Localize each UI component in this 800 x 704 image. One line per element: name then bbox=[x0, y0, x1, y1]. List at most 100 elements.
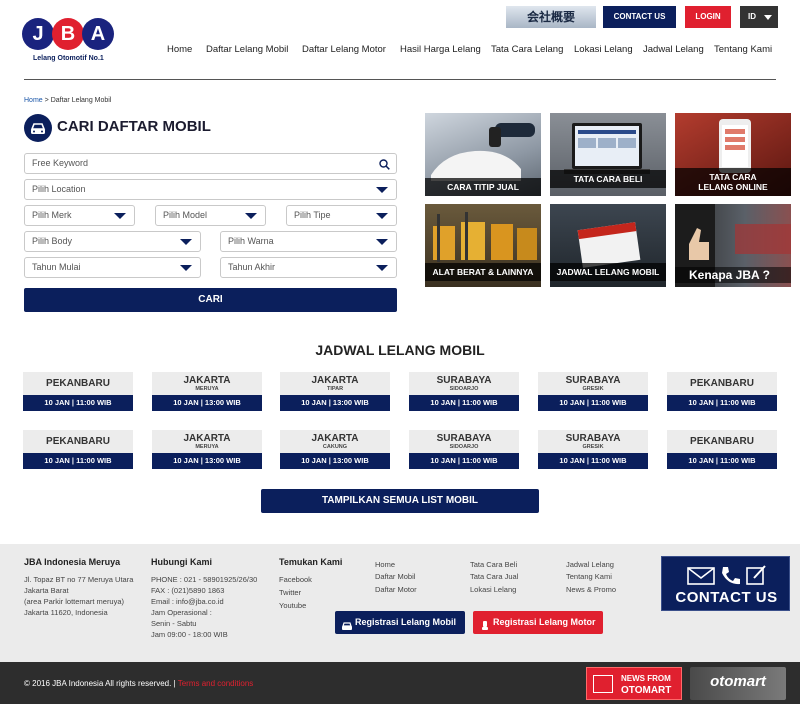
schedule-card[interactable]: PEKANBARU 10 JAN | 11:00 WIB bbox=[667, 430, 777, 469]
mail-icon bbox=[687, 567, 715, 585]
dropdown-arrow-icon bbox=[114, 213, 126, 219]
tahun-mulai-select[interactable]: Tahun Mulai bbox=[24, 257, 201, 278]
footer-office-title: JBA Indonesia Meruya bbox=[24, 557, 121, 567]
footer-office-line: Jakarta 11620, Indonesia bbox=[24, 608, 108, 617]
dropdown-arrow-icon bbox=[376, 213, 388, 219]
contact-us-banner[interactable]: CONTACT US bbox=[661, 556, 790, 611]
tile-tata-cara-beli[interactable]: TATA CARA BELI bbox=[550, 113, 666, 196]
keyword-input[interactable]: Free Keyword bbox=[24, 153, 397, 174]
schedule-card[interactable]: JAKARTA MERUYA 10 JAN | 13:00 WIB bbox=[152, 430, 262, 469]
footer-contact-line: Jam Operasional : bbox=[151, 608, 212, 617]
site-header: J B A Lelang Otomotif No.1 会社概要 CONTACT … bbox=[0, 0, 800, 80]
footer-office-line: Jakarta Barat bbox=[24, 586, 69, 595]
footer-office-line: (area Parkir lottemart meruya) bbox=[24, 597, 125, 606]
edit-icon bbox=[746, 565, 766, 585]
body-select[interactable]: Pilih Body bbox=[24, 231, 201, 252]
tile-label: TATA CARA BELI bbox=[550, 170, 666, 188]
footer-contact-line: Jam 09:00 - 18:00 WIB bbox=[151, 630, 228, 639]
footer-contact-line: PHONE : 021 - 58901925/26/30 bbox=[151, 575, 258, 584]
nav-tentang-kami[interactable]: Tentang Kami bbox=[714, 44, 772, 55]
header-divider bbox=[24, 79, 776, 80]
nav-lokasi-lelang[interactable]: Lokasi Lelang bbox=[574, 44, 633, 55]
footer-link-youtube[interactable]: Youtube bbox=[279, 601, 306, 610]
dropdown-arrow-icon bbox=[180, 239, 192, 245]
nav-daftar-lelang-mobil[interactable]: Daftar Lelang Mobil bbox=[206, 44, 288, 55]
nav-daftar-lelang-motor[interactable]: Daftar Lelang Motor bbox=[302, 44, 386, 55]
schedule-title: JADWAL LELANG MOBIL bbox=[315, 342, 485, 358]
corporate-profile-button[interactable]: 会社概要 bbox=[506, 6, 596, 28]
footer-contact-line: Email : info@jba.co.id bbox=[151, 597, 224, 606]
footer-link-tata-cara-beli[interactable]: Tata Cara Beli bbox=[470, 560, 517, 569]
show-all-button[interactable]: TAMPILKAN SEMUA LIST MOBIL bbox=[261, 489, 539, 513]
footer-contact-title: Hubungi Kami bbox=[151, 557, 212, 567]
nav-tata-cara-lelang[interactable]: Tata Cara Lelang bbox=[491, 44, 563, 55]
tile-tata-cara-lelang-online[interactable]: TATA CARA LELANG ONLINE bbox=[675, 113, 791, 196]
otomart-logo[interactable]: otomart bbox=[690, 667, 786, 700]
language-select[interactable]: ID bbox=[740, 6, 778, 28]
schedule-card[interactable]: SURABAYA SIDOARJO 10 JAN | 11:00 WIB bbox=[409, 430, 519, 469]
footer-link-daftar-mobil[interactable]: Daftar Mobil bbox=[375, 572, 415, 581]
nav-jadwal-lelang[interactable]: Jadwal Lelang bbox=[643, 44, 704, 55]
search-submit-button[interactable]: CARI bbox=[24, 288, 397, 312]
dropdown-arrow-icon bbox=[376, 187, 388, 193]
dropdown-arrow-icon bbox=[245, 213, 257, 219]
footer-link-lokasi-lelang[interactable]: Lokasi Lelang bbox=[470, 585, 516, 594]
login-button[interactable]: LOGIN bbox=[685, 6, 731, 28]
schedule-card[interactable]: SURABAYA SIDOARJO 10 JAN | 11:00 WIB bbox=[409, 372, 519, 411]
tile-label: Kenapa JBA ? bbox=[675, 267, 791, 283]
tile-label: JADWAL LELANG MOBIL bbox=[550, 263, 666, 281]
footer-link-tata-cara-jual[interactable]: Tata Cara Jual bbox=[470, 572, 518, 581]
footer-link-home[interactable]: Home bbox=[375, 560, 395, 569]
tile-cara-titip-jual[interactable]: CARA TITIP JUAL bbox=[425, 113, 541, 196]
logo-letter-a: A bbox=[82, 18, 114, 50]
car-icon bbox=[341, 617, 353, 640]
warna-select[interactable]: Pilih Warna bbox=[220, 231, 397, 252]
schedule-card[interactable]: SURABAYA GRESIK 10 JAN | 11:00 WIB bbox=[538, 372, 648, 411]
schedule-card[interactable]: JAKARTA TIPAR 10 JAN | 13:00 WIB bbox=[280, 372, 390, 411]
language-label: ID bbox=[748, 12, 756, 21]
footer-link-tentang-kami[interactable]: Tentang Kami bbox=[566, 572, 612, 581]
merk-select[interactable]: Pilih Merk bbox=[24, 205, 135, 226]
dropdown-arrow-icon bbox=[376, 265, 388, 271]
tile-kenapa-jba[interactable]: Kenapa JBA ? bbox=[675, 204, 791, 287]
newspaper-icon bbox=[593, 675, 613, 693]
nav-hasil-harga-lelang[interactable]: Hasil Harga Lelang bbox=[400, 44, 481, 55]
breadcrumb-current: Daftar Lelang Mobil bbox=[50, 97, 112, 104]
logo-tagline: Lelang Otomotif No.1 bbox=[33, 55, 104, 62]
footer-contact-line: FAX : (021)5890 1863 bbox=[151, 586, 225, 595]
breadcrumb: Home > Daftar Lelang Mobil bbox=[24, 97, 112, 104]
register-car-auction-button[interactable]: Registrasi Lelang Mobil bbox=[335, 611, 465, 634]
schedule-card[interactable]: PEKANBARU 10 JAN | 11:00 WIB bbox=[23, 372, 133, 411]
footer-link-facebook[interactable]: Facebook bbox=[279, 575, 312, 584]
tile-alat-berat[interactable]: ALAT BERAT & LAINNYA bbox=[425, 204, 541, 287]
tile-label: TATA CARA LELANG ONLINE bbox=[675, 168, 791, 196]
schedule-card[interactable]: SURABAYA GRESIK 10 JAN | 11:00 WIB bbox=[538, 430, 648, 469]
copyright: © 2016 JBA Indonesia All rights reserved… bbox=[24, 679, 254, 688]
register-motor-auction-button[interactable]: Registrasi Lelang Motor bbox=[473, 611, 603, 634]
schedule-card[interactable]: JAKARTA MERUYA 10 JAN | 13:00 WIB bbox=[152, 372, 262, 411]
tahun-akhir-select[interactable]: Tahun Akhir bbox=[220, 257, 397, 278]
schedule-card[interactable]: PEKANBARU 10 JAN | 11:00 WIB bbox=[667, 372, 777, 411]
news-from-otomart-badge[interactable]: NEWS FROM OTOMART bbox=[586, 667, 682, 700]
footer-link-twitter[interactable]: Twitter bbox=[279, 588, 301, 597]
dropdown-arrow-icon bbox=[180, 265, 192, 271]
tile-jadwal-lelang-mobil[interactable]: JADWAL LELANG MOBIL bbox=[550, 204, 666, 287]
footer-link-daftar-motor[interactable]: Daftar Motor bbox=[375, 585, 417, 594]
terms-link[interactable]: Terms and conditions bbox=[178, 679, 254, 688]
tipe-select[interactable]: Pilih Tipe bbox=[286, 205, 397, 226]
model-select[interactable]: Pilih Model bbox=[155, 205, 266, 226]
footer-link-news-promo[interactable]: News & Promo bbox=[566, 585, 616, 594]
logo-letter-j: J bbox=[22, 18, 54, 50]
schedule-card[interactable]: PEKANBARU 10 JAN | 11:00 WIB bbox=[23, 430, 133, 469]
tile-label: CARA TITIP JUAL bbox=[425, 178, 541, 196]
phone-icon bbox=[722, 567, 740, 585]
schedule-card[interactable]: JAKARTA CAKUNG 10 JAN | 13:00 WIB bbox=[280, 430, 390, 469]
search-icon bbox=[379, 158, 390, 177]
contact-us-button[interactable]: CONTACT US bbox=[603, 6, 676, 28]
dropdown-arrow-icon bbox=[376, 239, 388, 245]
location-select[interactable]: Pilih Location bbox=[24, 179, 397, 200]
footer-office-line: Jl. Topaz BT no 77 Meruya Utara bbox=[24, 575, 134, 584]
breadcrumb-home[interactable]: Home bbox=[24, 97, 43, 104]
footer-link-jadwal-lelang[interactable]: Jadwal Lelang bbox=[566, 560, 614, 569]
nav-home[interactable]: Home bbox=[167, 44, 192, 55]
